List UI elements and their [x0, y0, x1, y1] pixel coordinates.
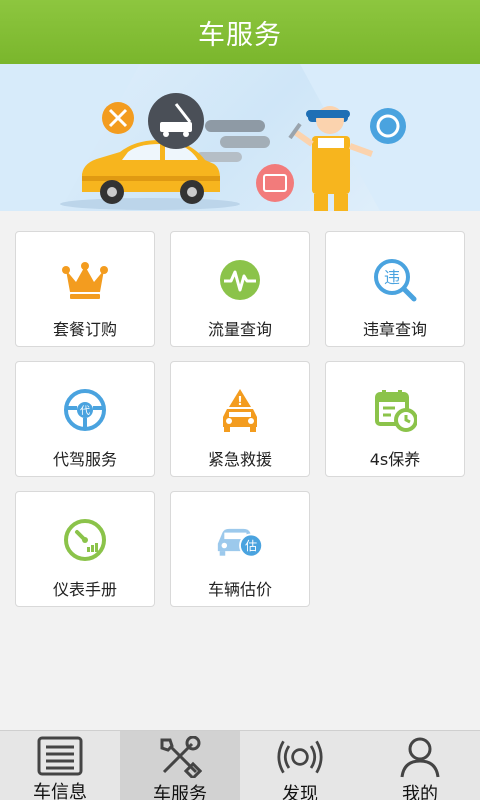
- tab-label: 发现: [282, 784, 318, 800]
- service-data-usage[interactable]: 流量查询: [170, 231, 310, 347]
- service-label: 仪表手册: [52, 580, 117, 599]
- service-label: 紧急救援: [207, 450, 272, 469]
- tab-label: 车服务: [153, 784, 207, 800]
- pulse-icon: [216, 256, 264, 304]
- tab-discover[interactable]: 发现: [240, 731, 360, 800]
- page-title: 车服务: [198, 19, 282, 51]
- calendar-clock-icon: [371, 386, 419, 434]
- app-header: 车服务: [0, 0, 480, 64]
- tab-label: 我的: [402, 784, 438, 800]
- service-instrument-manual[interactable]: 仪表手册: [15, 491, 155, 607]
- service-label: 车辆估价: [207, 580, 272, 599]
- emergency-car-icon: !: [216, 386, 264, 434]
- broadcast-icon: [277, 736, 323, 778]
- icon-glyph: 违: [384, 268, 400, 287]
- icon-glyph: !: [237, 394, 242, 408]
- tab-car-info[interactable]: 车信息: [0, 731, 120, 800]
- service-label: 流量查询: [207, 320, 272, 339]
- bottom-tab-bar: 车信息 车服务 发现 我的: [0, 730, 480, 800]
- banner-illustration: [0, 64, 480, 211]
- service-label: 违章查询: [362, 320, 427, 339]
- icon-glyph: 代: [80, 405, 90, 417]
- user-icon: [397, 736, 443, 778]
- service-violation-query[interactable]: 违 违章查询: [325, 231, 465, 347]
- violation-search-icon: 违: [371, 256, 419, 304]
- service-label: 代驾服务: [52, 450, 117, 469]
- service-car-valuation[interactable]: 估 车辆估价: [170, 491, 310, 607]
- service-designated-driver[interactable]: 代 代驾服务: [15, 361, 155, 477]
- list-icon: [37, 736, 83, 776]
- banner-art: [0, 64, 480, 211]
- steering-wheel-icon: 代: [61, 386, 109, 434]
- tab-car-service[interactable]: 车服务: [120, 731, 240, 800]
- service-package-order[interactable]: 套餐订购: [15, 231, 155, 347]
- service-label: 4s保养: [369, 450, 421, 469]
- tab-label: 车信息: [33, 782, 87, 800]
- crown-icon: [61, 256, 109, 304]
- service-4s-maintenance[interactable]: 4s保养: [325, 361, 465, 477]
- tab-mine[interactable]: 我的: [360, 731, 480, 800]
- icon-glyph: 估: [245, 539, 257, 553]
- service-emergency-rescue[interactable]: ! 紧急救援: [170, 361, 310, 477]
- service-label: 套餐订购: [52, 320, 117, 339]
- car-valuation-icon: 估: [216, 516, 264, 564]
- gauge-icon: [61, 516, 109, 564]
- tools-icon: [157, 736, 203, 778]
